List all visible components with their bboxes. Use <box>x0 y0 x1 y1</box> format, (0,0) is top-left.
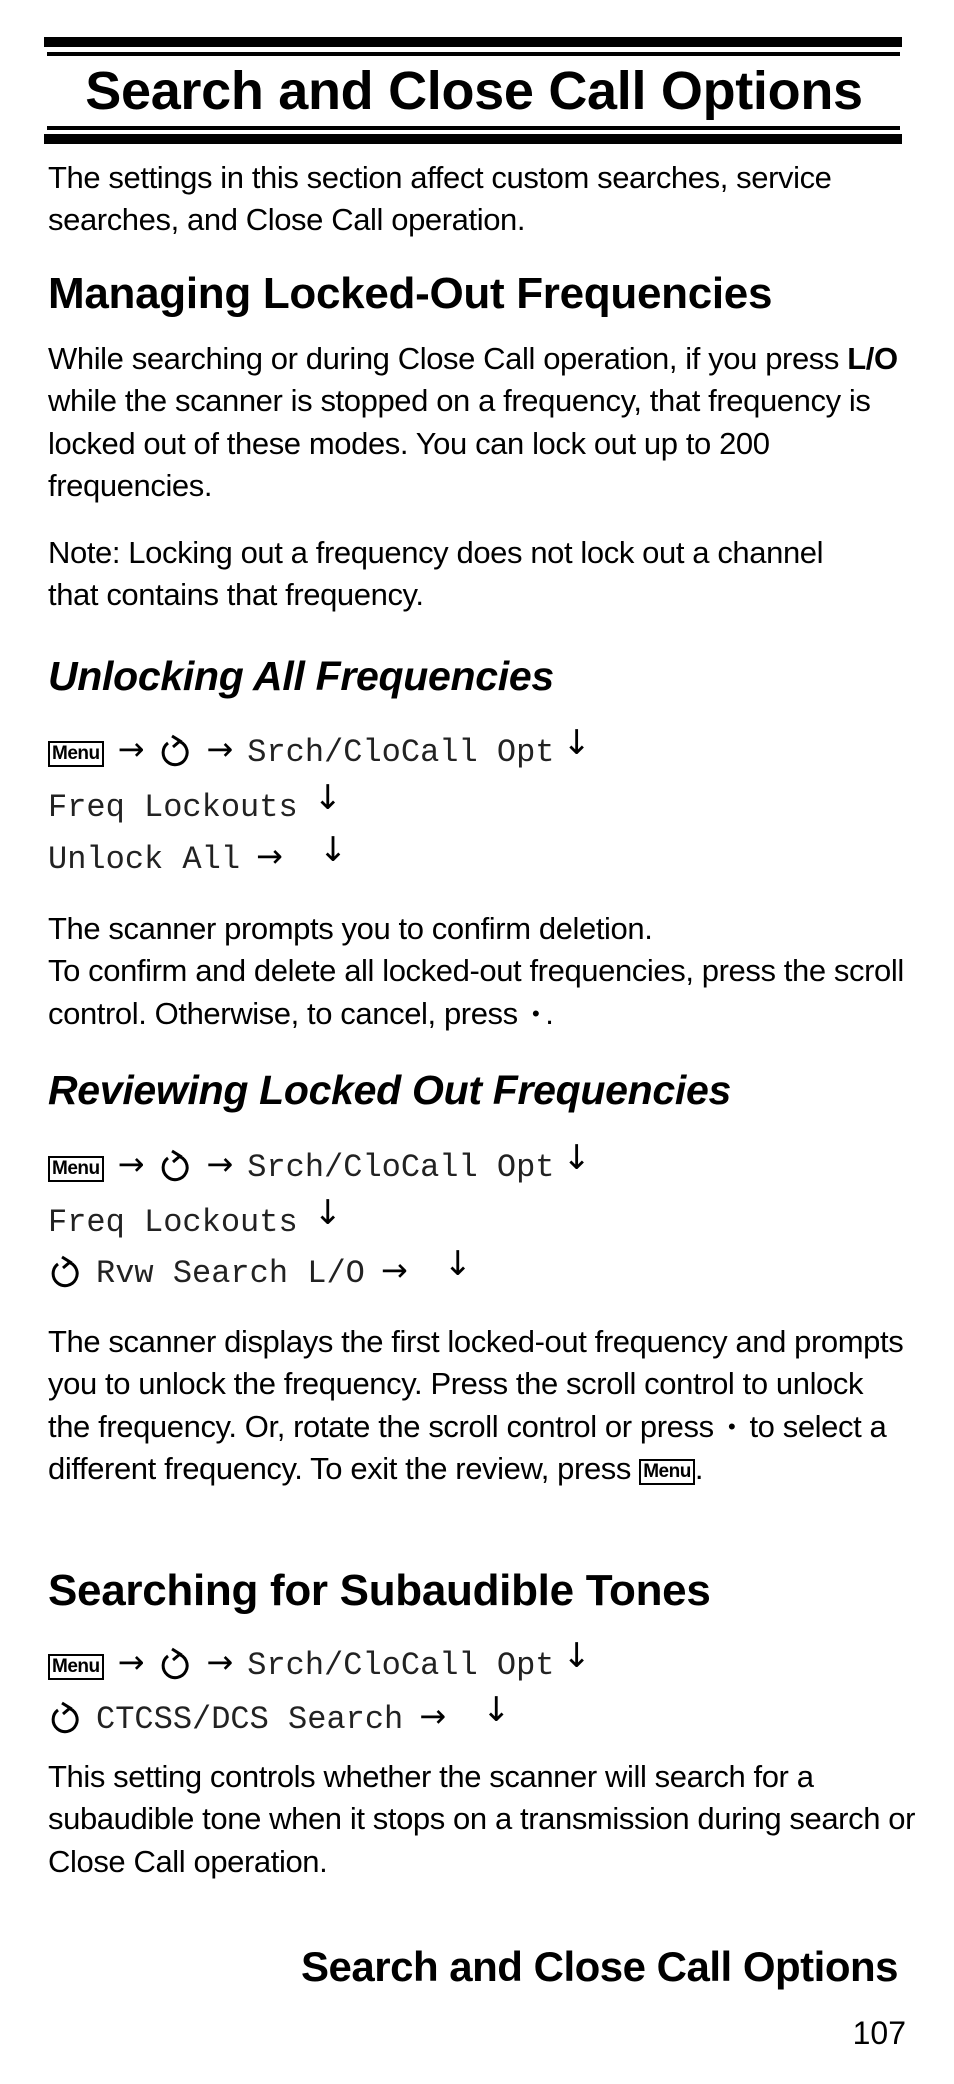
managing-text-pre: While searching or during Close Call ope… <box>48 341 848 376</box>
page-number: 107 <box>852 2015 906 2051</box>
unlock-path-line-1: Menu → → Srch/CloCall Opt ↓ <box>48 723 591 773</box>
bullet-key-icon: • <box>531 1000 540 1026</box>
right-arrow-icon: → <box>206 730 234 768</box>
subaudible-paragraph: This setting controls whether the scanne… <box>48 1759 916 1879</box>
footer-section-title: Search and Close Call Options <box>301 1943 898 1990</box>
down-arrow-icon: ↓ <box>318 830 348 870</box>
review-paragraph: The scanner displays the first locked-ou… <box>48 1321 908 1490</box>
lo-key-label: L/O <box>847 341 898 376</box>
down-arrow-icon: ↓ <box>482 1690 511 1730</box>
right-arrow-icon: → <box>117 730 145 768</box>
menu-item-ctcss-dcs-search: CTCSS/DCS Search <box>96 1701 404 1738</box>
header-rule-bottom-thick <box>44 134 902 144</box>
review-path-line-1: Menu → → Srch/CloCall Opt ↓ <box>48 1138 591 1188</box>
header-rule-top-thick <box>44 37 902 47</box>
subsection-heading-reviewing: Reviewing Locked Out Frequencies <box>48 1067 732 1113</box>
menu-item-srch-clocall-opt: Srch/CloCall Opt <box>247 734 555 771</box>
unlock-text-rest: To confirm and delete all locked-out fre… <box>48 953 904 1031</box>
section-heading-subaudible: Searching for Subaudible Tones <box>48 1566 711 1615</box>
rotate-scroll-icon <box>158 733 192 773</box>
right-arrow-icon: → <box>117 1145 145 1183</box>
down-arrow-icon: ↓ <box>313 778 343 818</box>
subaudible-path-line-1: Menu → → Srch/CloCall Opt ↓ <box>48 1636 591 1686</box>
rotate-scroll-icon <box>48 1700 82 1740</box>
down-arrow-icon: ↓ <box>562 1636 591 1676</box>
review-text-c: . <box>694 1450 704 1486</box>
down-arrow-icon: ↓ <box>562 723 591 763</box>
section-heading-managing: Managing Locked-Out Frequencies <box>48 269 773 318</box>
page-title: Search and Close Call Options <box>85 61 863 121</box>
menu-item-freq-lockouts: Freq Lockouts <box>48 789 298 826</box>
down-arrow-icon: ↓ <box>313 1193 343 1233</box>
bullet-key-icon: • <box>727 1413 736 1439</box>
right-arrow-icon: → <box>419 1697 447 1735</box>
right-arrow-icon: → <box>206 1145 234 1183</box>
intro-paragraph: The settings in this section affect cust… <box>48 160 832 238</box>
unlock-path-line-3: Unlock All → ↓ <box>48 830 348 880</box>
menu-key-icon: Menu <box>48 1654 104 1680</box>
rotate-scroll-icon <box>158 1148 192 1188</box>
menu-key-icon: Menu <box>48 1156 104 1182</box>
right-arrow-icon: → <box>206 1643 234 1681</box>
rotate-scroll-icon <box>48 1254 82 1294</box>
review-path-line-3: Rvw Search L/O → ↓ <box>48 1244 473 1294</box>
managing-text-post: while the scanner is stopped on a freque… <box>48 383 871 503</box>
note-paragraph: Note: Locking out a frequency does not l… <box>48 535 824 613</box>
subsection-heading-unlocking: Unlocking All Frequencies <box>48 653 554 699</box>
right-arrow-icon: → <box>256 837 283 875</box>
menu-item-unlock-all: Unlock All <box>48 841 241 878</box>
review-path-line-2: Freq Lockouts ↓ <box>48 1193 343 1243</box>
menu-key-icon: Menu <box>639 1458 695 1485</box>
rotate-scroll-icon <box>158 1646 192 1686</box>
menu-item-rvw-search-lo: Rvw Search L/O <box>96 1255 365 1292</box>
unlock-path-line-2: Freq Lockouts ↓ <box>48 778 343 828</box>
subaudible-path-line-2: CTCSS/DCS Search → ↓ <box>48 1690 511 1740</box>
right-arrow-icon: → <box>380 1251 408 1289</box>
right-arrow-icon: → <box>117 1643 145 1681</box>
unlock-text-end: . <box>545 995 554 1031</box>
menu-key-icon: Menu <box>48 741 104 767</box>
down-arrow-icon: ↓ <box>443 1244 473 1284</box>
managing-paragraph: While searching or during Close Call ope… <box>48 338 908 507</box>
header-rule-bottom-thin <box>47 126 900 130</box>
down-arrow-icon: ↓ <box>562 1138 591 1178</box>
menu-item-srch-clocall-opt: Srch/CloCall Opt <box>247 1149 555 1186</box>
unlock-text-line-1: The scanner prompts you to confirm delet… <box>48 911 653 946</box>
unlock-paragraph: The scanner prompts you to confirm delet… <box>48 908 918 1035</box>
menu-item-srch-clocall-opt: Srch/CloCall Opt <box>247 1647 555 1684</box>
menu-item-freq-lockouts: Freq Lockouts <box>48 1204 298 1241</box>
